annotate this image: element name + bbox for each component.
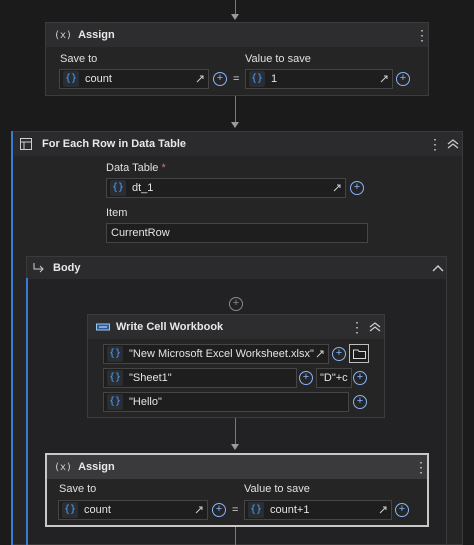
value-field[interactable]: {} count+1	[244, 500, 392, 520]
save-to-field[interactable]: {} count	[58, 500, 208, 520]
equals-sign: =	[233, 73, 240, 85]
expand-icon[interactable]	[379, 74, 389, 84]
value-field[interactable]: {} 1	[245, 69, 393, 89]
expand-icon[interactable]	[378, 505, 388, 515]
expand-icon[interactable]	[195, 74, 205, 84]
save-to-field[interactable]: {} count	[59, 69, 209, 89]
item-field[interactable]: CurrentRow	[106, 223, 368, 243]
assign-activity-2[interactable]: (x) Assign ⋮ Save to Value to save {} co…	[45, 453, 429, 527]
plus-circle-icon[interactable]: +	[350, 181, 364, 195]
braces-icon: {}	[107, 370, 123, 386]
equals-sign: =	[232, 504, 239, 516]
save-to-label: Save to	[59, 483, 97, 495]
data-table-field[interactable]: {} dt_1	[106, 178, 346, 198]
plus-circle-icon[interactable]: +	[332, 347, 346, 361]
plus-circle-icon[interactable]: +	[395, 503, 409, 517]
braces-icon: {}	[249, 71, 265, 87]
assign-title: Assign	[78, 461, 115, 473]
braces-icon: {}	[110, 180, 126, 196]
expand-icon[interactable]	[194, 505, 204, 515]
expand-icon[interactable]	[332, 183, 342, 193]
for-each-title: For Each Row in Data Table	[42, 138, 187, 150]
scope-accent-line	[11, 131, 13, 545]
braces-icon: {}	[107, 394, 123, 410]
excel-icon	[96, 323, 110, 331]
kebab-icon[interactable]: ⋮	[428, 136, 442, 152]
browse-button[interactable]	[349, 344, 369, 363]
write-cell-header[interactable]: Write Cell Workbook	[88, 315, 384, 339]
assign-icon: (x)	[54, 461, 73, 473]
connector-arrow	[231, 14, 239, 20]
value-to-save-label: Value to save	[245, 53, 311, 65]
save-to-label: Save to	[60, 53, 98, 65]
enter-arrow-icon	[33, 263, 44, 273]
table-icon	[20, 138, 32, 150]
connector-line	[235, 418, 236, 444]
braces-icon: {}	[248, 502, 264, 518]
value-to-save-label: Value to save	[244, 483, 310, 495]
plus-circle-icon[interactable]: +	[353, 395, 367, 409]
required-mark: *	[161, 162, 166, 174]
assign-icon: (x)	[54, 29, 73, 41]
expand-icon[interactable]	[315, 349, 325, 359]
for-each-header[interactable]: For Each Row in Data Table	[12, 132, 462, 156]
plus-circle-icon[interactable]: +	[229, 297, 243, 311]
chevron-up-icon[interactable]	[447, 139, 459, 149]
assign-header[interactable]: (x) Assign	[47, 455, 427, 479]
braces-icon: {}	[107, 346, 123, 362]
data-table-label: Data Table *	[106, 162, 166, 174]
connector-line	[235, 96, 236, 122]
cell-field[interactable]: "D"+c	[316, 368, 352, 388]
plus-circle-icon[interactable]: +	[299, 371, 313, 385]
assign-header[interactable]: (x) Assign	[46, 23, 428, 47]
assign-title: Assign	[78, 29, 115, 41]
plus-circle-icon[interactable]: +	[212, 503, 226, 517]
item-label: Item	[106, 207, 128, 219]
assign-activity-1[interactable]: (x) Assign ⋮ Save to Value to save {} co…	[45, 22, 429, 96]
body-title: Body	[53, 262, 81, 274]
workbook-path-field[interactable]: {} "New Microsoft Excel Worksheet.xlsx"	[103, 344, 329, 364]
kebab-icon[interactable]: ⋮	[415, 27, 429, 43]
connector-line	[235, 527, 236, 545]
connector-arrow	[231, 444, 239, 450]
braces-icon: {}	[62, 502, 78, 518]
connector-line	[235, 0, 236, 14]
text-field[interactable]: {} "Hello"	[103, 392, 349, 412]
sheet-name-field[interactable]: {} "Sheet1"	[103, 368, 297, 388]
plus-circle-icon[interactable]: +	[353, 371, 367, 385]
connector-arrow	[231, 122, 239, 128]
kebab-icon[interactable]: ⋮	[350, 319, 364, 335]
body-accent-line	[26, 278, 28, 545]
chevron-up-icon[interactable]	[432, 264, 444, 272]
folder-icon	[353, 349, 366, 359]
kebab-icon[interactable]: ⋮	[414, 459, 428, 475]
body-header[interactable]: Body	[27, 257, 446, 279]
write-cell-title: Write Cell Workbook	[116, 321, 224, 333]
write-cell-workbook-activity[interactable]: Write Cell Workbook ⋮ {} "New Microsoft …	[87, 314, 385, 418]
plus-circle-icon[interactable]: +	[213, 72, 227, 86]
braces-icon: {}	[63, 71, 79, 87]
chevron-up-icon[interactable]	[369, 322, 381, 332]
plus-circle-icon[interactable]: +	[396, 72, 410, 86]
